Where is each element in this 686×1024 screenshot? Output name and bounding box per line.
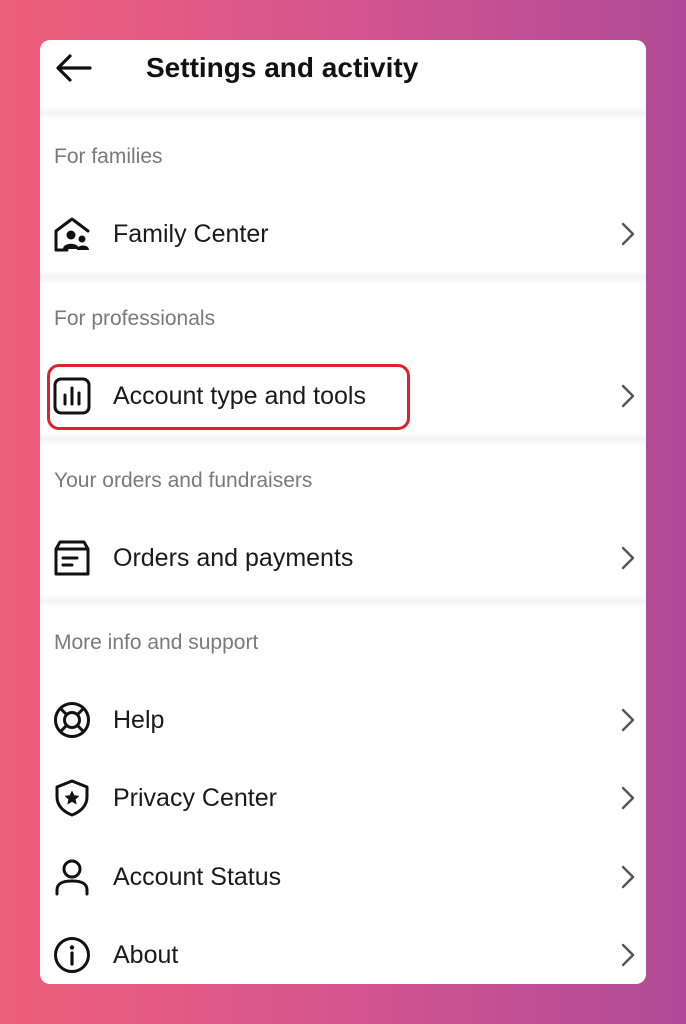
menu-item-privacy-center[interactable]: Privacy Center (40, 766, 646, 830)
info-icon (52, 935, 92, 975)
header: Settings and activity (40, 40, 646, 100)
orders-box-icon (52, 538, 92, 578)
menu-item-label: Orders and payments (113, 544, 354, 572)
menu-item-help[interactable]: Help (40, 688, 646, 752)
chevron-right-icon (618, 546, 638, 570)
back-button[interactable] (52, 48, 96, 88)
menu-item-about[interactable]: About (40, 923, 646, 984)
chevron-right-icon (618, 786, 638, 810)
shield-star-icon (52, 778, 92, 818)
page-title: Settings and activity (146, 52, 419, 83)
person-icon (52, 857, 92, 897)
menu-item-account-type-and-tools[interactable]: Account type and tools (40, 364, 646, 428)
bar-chart-icon (52, 376, 92, 416)
section-label-more-info-and-support: More info and support (54, 631, 259, 654)
menu-item-label: Account type and tools (113, 382, 366, 410)
chevron-right-icon (618, 384, 638, 408)
chevron-right-icon (618, 708, 638, 732)
chevron-right-icon (618, 865, 638, 889)
settings-panel: Settings and activity For families Famil… (40, 40, 646, 984)
chevron-right-icon (618, 943, 638, 967)
menu-item-account-status[interactable]: Account Status (40, 845, 646, 909)
section-divider (40, 270, 646, 284)
section-divider (40, 106, 646, 120)
menu-item-label: Account Status (113, 863, 282, 891)
menu-item-label: Family Center (113, 220, 269, 248)
arrow-left-icon (56, 54, 92, 82)
section-label-your-orders-and-fundraisers: Your orders and fundraisers (54, 469, 313, 492)
section-divider (40, 594, 646, 608)
section-label-for-families: For families (54, 145, 163, 168)
section-label-for-professionals: For professionals (54, 307, 216, 330)
menu-item-orders-and-payments[interactable]: Orders and payments (40, 526, 646, 590)
family-home-icon (52, 214, 92, 254)
section-divider (40, 432, 646, 446)
menu-item-family-center[interactable]: Family Center (40, 202, 646, 266)
chevron-right-icon (618, 222, 638, 246)
menu-item-label: Privacy Center (113, 784, 277, 812)
lifebuoy-icon (52, 700, 92, 740)
menu-item-label: Help (113, 706, 165, 734)
menu-item-label: About (113, 941, 179, 969)
